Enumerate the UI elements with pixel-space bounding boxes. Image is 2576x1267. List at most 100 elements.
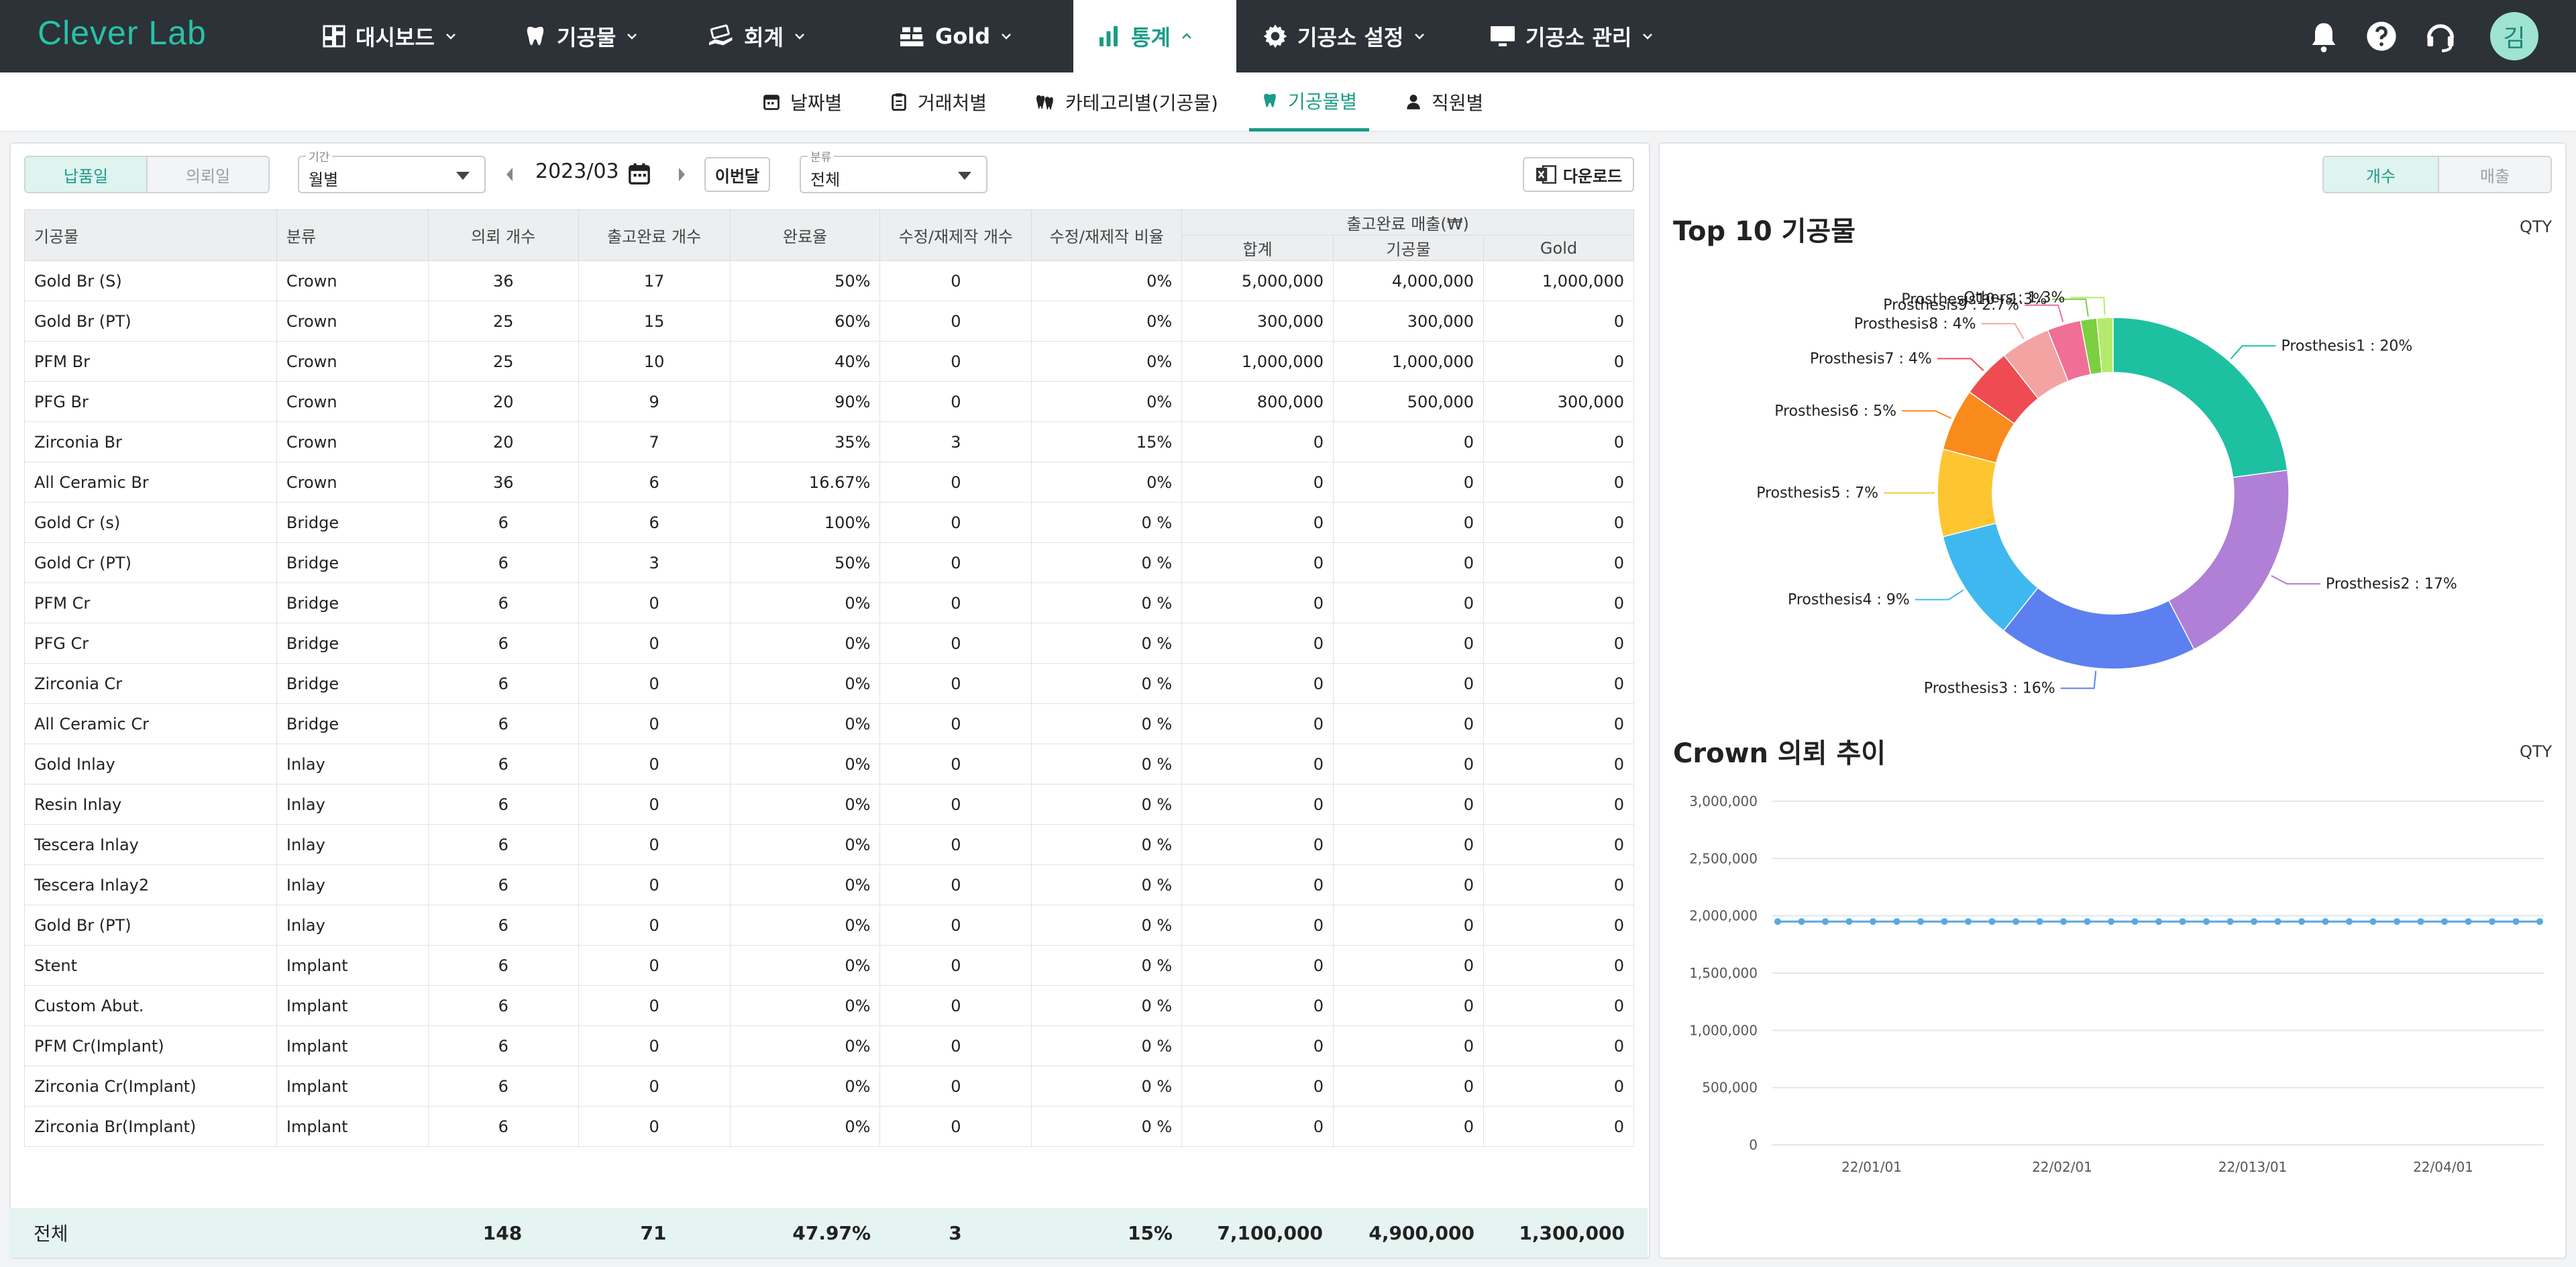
data-point[interactable] <box>2322 918 2329 925</box>
data-point[interactable] <box>2155 918 2162 925</box>
nav-prosthesis[interactable]: 기공물 <box>523 0 639 72</box>
nav-lab-management[interactable]: 기공소 관리 <box>1489 0 1654 72</box>
data-point[interactable] <box>2012 918 2019 925</box>
col-header-rework-rate[interactable]: 수정/재제작 비율 <box>1031 209 1183 261</box>
col-header-completed[interactable]: 출고완료 개수 <box>578 209 731 261</box>
data-point[interactable] <box>1845 918 1853 925</box>
nav-statistics[interactable]: 통계 <box>1073 0 1236 72</box>
tab-by-staff[interactable]: 직원별 <box>1405 72 1483 132</box>
data-point[interactable] <box>2441 918 2448 925</box>
table-row[interactable]: Stent Implant 6 0 0% 0 0 % 0 0 0 <box>24 945 1634 986</box>
table-row[interactable]: Zirconia Cr(Implant) Implant 6 0 0% 0 0 % 0 0 0 <box>24 1066 1634 1107</box>
count-option[interactable]: 개수 <box>2324 157 2438 192</box>
data-point[interactable] <box>1798 918 1805 925</box>
table-row[interactable]: Gold Cr (PT) Bridge 6 3 50% 0 0 % 0 0 0 <box>24 542 1634 583</box>
donut-slice[interactable] <box>2002 587 2195 670</box>
data-point[interactable] <box>1917 918 1924 925</box>
data-point[interactable] <box>2394 918 2400 925</box>
table-row[interactable]: Zirconia Cr Bridge 6 0 0% 0 0 % 0 0 0 <box>24 663 1634 704</box>
bell-icon[interactable] <box>2306 19 2341 54</box>
col-header-completion-rate[interactable]: 완료율 <box>729 209 881 261</box>
tab-by-prosthesis[interactable]: 기공물별 <box>1249 72 1370 132</box>
data-point[interactable] <box>2489 918 2496 925</box>
table-row[interactable]: Tescera Inlay Inlay 6 0 0% 0 0 % 0 0 0 <box>24 824 1634 865</box>
nav-dashboard[interactable]: 대시보드 <box>322 0 458 72</box>
table-row[interactable]: PFM Br Crown 25 10 40% 0 0% 1,000,000 1,000,000 0 <box>24 341 1634 382</box>
data-point[interactable] <box>2203 918 2210 925</box>
table-row[interactable]: Zirconia Br(Implant) Implant 6 0 0% 0 0 % 0 0 0 <box>24 1106 1634 1147</box>
category-select[interactable]: 분류 전체 <box>800 148 987 193</box>
nav-lab-settings[interactable]: 기공소 설정 <box>1263 0 1426 72</box>
table-row[interactable]: PFM Cr Bridge 6 0 0% 0 0 % 0 0 0 <box>24 582 1634 623</box>
table-row[interactable]: Gold Cr (s) Bridge 6 6 100% 0 0 % 0 0 0 <box>24 502 1634 543</box>
table-row[interactable]: All Ceramic Br Crown 36 6 16.67% 0 0% 0 0 0 <box>24 462 1634 503</box>
this-month-button[interactable]: 이번달 <box>704 157 770 192</box>
data-point[interactable] <box>1774 918 1781 925</box>
data-point[interactable] <box>2274 918 2282 925</box>
col-header-total[interactable]: 합계 <box>1181 235 1334 261</box>
tab-by-date[interactable]: 날짜별 <box>762 72 842 132</box>
tab-by-client[interactable]: 거래처별 <box>890 72 987 132</box>
table-row[interactable]: PFM Cr(Implant) Implant 6 0 0% 0 0 % 0 0 0 <box>24 1025 1634 1066</box>
donut-leader-line <box>1915 589 1964 601</box>
col-header-prosthesis[interactable]: 기공물 <box>24 209 277 261</box>
sales-option[interactable]: 매출 <box>2438 157 2551 192</box>
tab-by-category[interactable]: 카테고리별(기공물) <box>1036 72 1218 132</box>
data-point[interactable] <box>1822 918 1829 925</box>
calendar-picker-icon[interactable] <box>628 162 651 185</box>
col-header-category[interactable]: 분류 <box>276 209 429 261</box>
table-row[interactable]: PFG Br Crown 20 9 90% 0 0% 800,000 500,000 300,00… <box>24 381 1634 422</box>
table-row[interactable]: All Ceramic Cr Bridge 6 0 0% 0 0 % 0 0 0 <box>24 703 1634 744</box>
col-header-requests[interactable]: 의뢰 개수 <box>427 209 579 261</box>
col-header-gold-sales[interactable]: Gold <box>1483 235 1634 261</box>
data-point[interactable] <box>2417 918 2424 925</box>
user-avatar[interactable]: 김 <box>2490 12 2538 60</box>
data-point[interactable] <box>2179 918 2186 925</box>
table-row[interactable]: Gold Inlay Inlay 6 0 0% 0 0 % 0 0 0 <box>24 744 1634 784</box>
table-row[interactable]: Zirconia Br Crown 20 7 35% 3 15% 0 0 0 <box>24 421 1634 462</box>
table-cell: 0 % <box>1031 703 1183 744</box>
table-row[interactable]: Gold Br (S) Crown 36 17 50% 0 0% 5,000,000 4,000… <box>24 260 1634 301</box>
table-row[interactable]: Resin Inlay Inlay 6 0 0% 0 0 % 0 0 0 <box>24 784 1634 825</box>
data-point[interactable] <box>2512 918 2520 925</box>
data-point[interactable] <box>2465 918 2472 925</box>
donut-slice[interactable] <box>1937 448 1997 538</box>
data-point[interactable] <box>2060 918 2067 925</box>
data-point[interactable] <box>1965 918 1972 925</box>
table-row[interactable]: Gold Br (PT) Inlay 6 0 0% 0 0 % 0 0 0 <box>24 905 1634 946</box>
data-point[interactable] <box>2369 918 2377 925</box>
col-header-product-sales[interactable]: 기공물 <box>1333 235 1485 261</box>
delivery-date-option[interactable]: 납품일 <box>25 157 146 192</box>
table-row[interactable]: Gold Br (PT) Crown 25 15 60% 0 0% 300,000 300,00… <box>24 301 1634 342</box>
app-logo[interactable]: Clever Lab <box>38 13 207 52</box>
data-point[interactable] <box>1941 918 1948 925</box>
table-row[interactable]: PFG Cr Bridge 6 0 0% 0 0 % 0 0 0 <box>24 623 1634 664</box>
data-point[interactable] <box>2298 918 2305 925</box>
data-point[interactable] <box>1893 918 1900 925</box>
table-row[interactable]: Tescera Inlay2 Inlay 6 0 0% 0 0 % 0 0 0 <box>24 864 1634 905</box>
data-point[interactable] <box>2108 918 2114 925</box>
prev-month-icon[interactable] <box>504 165 515 184</box>
download-button[interactable]: 다운로드 <box>1523 157 1634 192</box>
table-row[interactable]: Custom Abut. Implant 6 0 0% 0 0 % 0 0 0 <box>24 985 1634 1026</box>
nav-accounting[interactable]: 회계 <box>708 0 806 72</box>
nav-gold[interactable]: Gold <box>899 0 1013 72</box>
data-point[interactable] <box>2226 918 2234 925</box>
table-cell: 17 <box>578 260 731 301</box>
donut-slice[interactable] <box>2167 469 2290 650</box>
data-point[interactable] <box>2131 918 2139 925</box>
data-point[interactable] <box>2346 918 2353 925</box>
data-point[interactable] <box>2251 918 2257 925</box>
data-point[interactable] <box>1988 918 1996 925</box>
next-month-icon[interactable] <box>676 165 687 184</box>
data-point[interactable] <box>1870 918 1876 925</box>
request-date-option[interactable]: 의뢰일 <box>146 157 268 192</box>
data-point[interactable] <box>2084 918 2091 925</box>
donut-slice[interactable] <box>2112 317 2288 478</box>
data-point[interactable] <box>2036 918 2043 925</box>
help-icon[interactable] <box>2364 19 2399 54</box>
headset-icon[interactable] <box>2423 19 2458 54</box>
period-select[interactable]: 기간 월별 <box>298 148 486 193</box>
col-header-rework-count[interactable]: 수정/재제작 개수 <box>879 209 1032 261</box>
data-point[interactable] <box>2536 918 2543 925</box>
